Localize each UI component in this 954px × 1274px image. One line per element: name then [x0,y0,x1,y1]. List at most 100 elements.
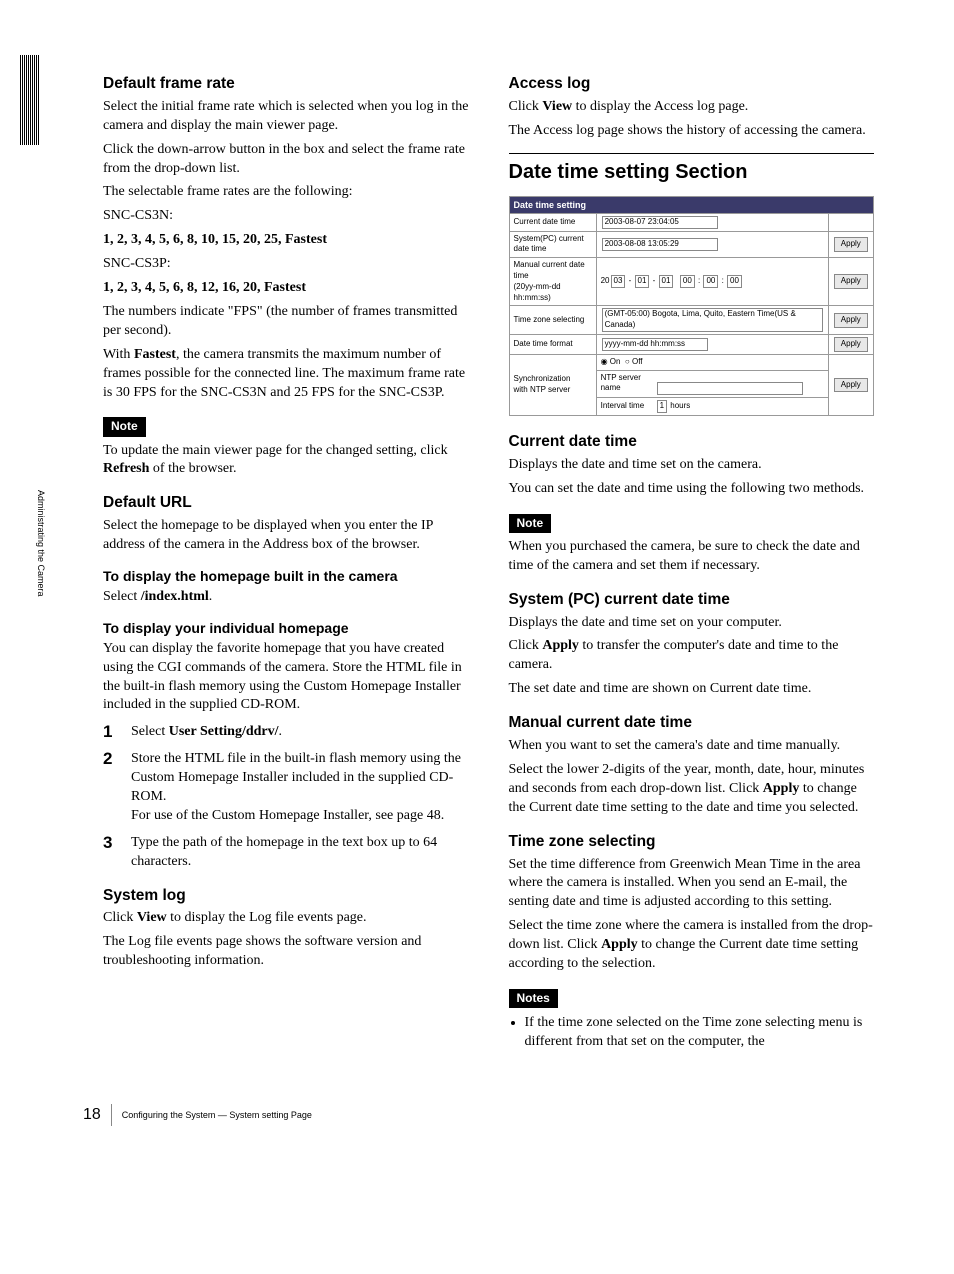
heading-default-frame-rate: Default frame rate [103,74,469,95]
step-text: Select User Setting/ddrv/. [131,723,469,742]
heading-system-pc-date-time: System (PC) current date time [509,590,875,611]
side-decoration [20,55,39,145]
bold-text: Fastest [134,347,176,362]
body-text: Click the down-arrow button in the box a… [103,141,469,179]
timezone-select[interactable]: (GMT-05:00) Bogota, Lima, Quito, Eastern… [602,308,823,332]
hour-select[interactable]: 00 [680,275,695,288]
body-text: Select the initial frame rate which is s… [103,98,469,136]
body-text: Displays the date and time set on your c… [509,614,875,633]
body-text: The Access log page shows the history of… [509,122,875,141]
text: Click [103,910,137,925]
text: Synchronization [514,374,571,383]
text: 20 [601,276,610,285]
heading-manual-date-time: Manual current date time [509,713,875,734]
text: NTP server name [601,373,656,395]
body-text: Click View to display the Log file event… [103,909,469,928]
side-chapter-label: Administrating the Camera [35,490,47,597]
footer-text: Configuring the System — System setting … [122,1109,312,1121]
text: Store the HTML file in the built-in flas… [131,751,461,804]
pc-date-time-value: 2003-08-08 13:05:29 [602,238,718,251]
text: (20yy-mm-dd hh:mm:ss) [514,282,561,302]
notes-list: If the time zone selected on the Time zo… [509,1014,875,1052]
step-1: 1 Select User Setting/ddrv/. [103,723,469,742]
heading-default-url: Default URL [103,493,469,514]
step-number: 2 [103,750,117,826]
manual-date-controls: 2003 - 01 - 01 00 : 00 : 00 [596,258,828,306]
date-format-select[interactable]: yyyy-mm-dd hh:mm:ss [602,338,708,351]
bold-text: Apply [542,638,579,653]
apply-button[interactable]: Apply [834,313,868,328]
divider-icon [111,1104,112,1126]
panel-title: Date time setting [509,196,874,213]
apply-button[interactable]: Apply [834,274,868,289]
numbered-list: 1 Select User Setting/ddrv/. 2 Store the… [103,723,469,871]
apply-button[interactable]: Apply [834,337,868,352]
bold-text: User Setting/ddrv/ [169,724,279,739]
ntp-server-input[interactable] [657,382,803,395]
apply-button[interactable]: Apply [834,237,868,252]
notes-label: Notes [509,989,558,1008]
body-text: Select the homepage to be displayed when… [103,517,469,555]
text: to display the Log file events page. [167,910,367,925]
section-date-time-setting: Date time setting Section [509,153,875,186]
text: Interval time [601,401,656,412]
text: For use of the Custom Homepage Installer… [131,808,444,823]
text: With [103,347,134,362]
ntp-server-row: NTP server name [596,370,828,398]
body-text: Displays the date and time set on the ca… [509,456,875,475]
bold-text: View [137,910,167,925]
step-number: 1 [103,723,117,742]
body-text: Click Apply to transfer the computer's d… [509,637,875,675]
step-text: Store the HTML file in the built-in flas… [131,750,469,826]
heading-system-log: System log [103,886,469,907]
body-text: SNC-CS3P: [103,255,469,274]
row-label: Manual current date time(20yy-mm-dd hh:m… [509,258,596,306]
body-text: When you want to set the camera's date a… [509,737,875,756]
text: To update the main viewer page for the c… [103,443,448,458]
radio-off[interactable]: Off [632,357,643,366]
apply-button[interactable]: Apply [834,378,868,393]
text: Click [509,99,543,114]
body-text: The Log file events page shows the softw… [103,933,469,971]
ntp-on-off: ◉ On ○ Off [596,354,828,370]
text: Select [103,589,141,604]
step-number: 3 [103,834,117,872]
text: Manual current date time [514,260,585,280]
text: Select [131,724,169,739]
subheading-homepage-individual: To display your individual homepage [103,619,469,638]
month-select[interactable]: 01 [635,275,650,288]
body-text: The set date and time are shown on Curre… [509,680,875,699]
heading-current-date-time: Current date time [509,432,875,453]
body-text: You can set the date and time using the … [509,480,875,499]
sec-select[interactable]: 00 [727,275,742,288]
text: . [209,589,213,604]
body-text: The numbers indicate "FPS" (the number o… [103,303,469,341]
text: with NTP server [514,385,571,394]
row-label: Synchronization with NTP server [509,354,596,415]
text: . [279,724,283,739]
interval-select[interactable]: 1 [657,400,667,413]
body-text: 1, 2, 3, 4, 5, 6, 8, 12, 16, 20, Fastest [103,279,469,298]
note-bullet: If the time zone selected on the Time zo… [525,1014,875,1052]
radio-on[interactable]: On [610,357,621,366]
note-label: Note [103,417,146,436]
text: to display the Access log page. [572,99,748,114]
bold-text: Refresh [103,461,149,476]
body-text: Select /index.html. [103,588,469,607]
note-label: Note [509,514,552,533]
bold-text: Apply [601,937,638,952]
step-2: 2 Store the HTML file in the built-in fl… [103,750,469,826]
body-text: Select the lower 2-digits of the year, m… [509,761,875,818]
body-text: The selectable frame rates are the follo… [103,183,469,202]
subheading-homepage-builtin: To display the homepage built in the cam… [103,567,469,586]
body-text: SNC-CS3N: [103,207,469,226]
bold-text: 1, 2, 3, 4, 5, 6, 8, 10, 15, 20, 25, Fas… [103,232,327,247]
min-select[interactable]: 00 [703,275,718,288]
day-select[interactable]: 01 [659,275,674,288]
year-select[interactable]: 03 [611,275,626,288]
step-3: 3 Type the path of the homepage in the t… [103,834,469,872]
bold-text: Apply [763,781,800,796]
text: Click [509,638,543,653]
date-time-setting-panel: Date time setting Current date time 2003… [509,196,875,416]
body-text: When you purchased the camera, be sure t… [509,538,875,576]
